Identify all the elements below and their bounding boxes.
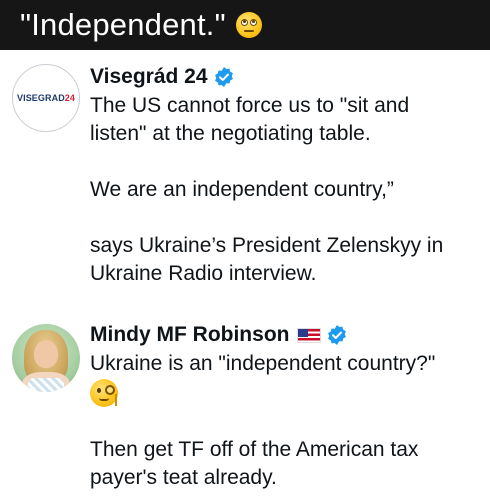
post-line: The US cannot force us to "sit and bbox=[90, 94, 410, 117]
avatar[interactable]: VISEGRAD24 bbox=[12, 64, 80, 132]
post-line: Ukraine Radio interview. bbox=[90, 262, 317, 285]
face-with-rolling-eyes-icon bbox=[235, 12, 262, 38]
caption: "Independent." bbox=[20, 7, 262, 43]
post-line: payer's teat already. bbox=[90, 466, 277, 489]
verified-badge-icon bbox=[328, 325, 347, 345]
post-line: Then get TF off of the American tax bbox=[90, 438, 419, 461]
post-line: says Ukraine’s President Zelenskyy in bbox=[90, 234, 444, 257]
author-name[interactable]: Visegrád 24 bbox=[90, 65, 208, 89]
verified-badge-icon bbox=[214, 67, 233, 87]
post-body: Ukraine is an "independent country?" The… bbox=[90, 350, 480, 492]
post-body: The US cannot force us to "sit and liste… bbox=[90, 92, 480, 288]
caption-text: "Independent." bbox=[20, 7, 226, 42]
post-line: Ukraine is an "independent country?" bbox=[90, 352, 436, 375]
avatar[interactable] bbox=[12, 324, 80, 392]
post-line: We are an independent country,” bbox=[90, 178, 394, 201]
visegrad24-logo: VISEGRAD24 bbox=[16, 93, 76, 103]
caption-bar: "Independent." bbox=[0, 0, 490, 50]
us-flag-icon bbox=[297, 327, 322, 343]
author-name[interactable]: Mindy MF Robinson bbox=[90, 323, 289, 347]
post-line: listen" at the negotiating table. bbox=[90, 122, 371, 145]
face-with-monocle-icon bbox=[90, 379, 118, 407]
